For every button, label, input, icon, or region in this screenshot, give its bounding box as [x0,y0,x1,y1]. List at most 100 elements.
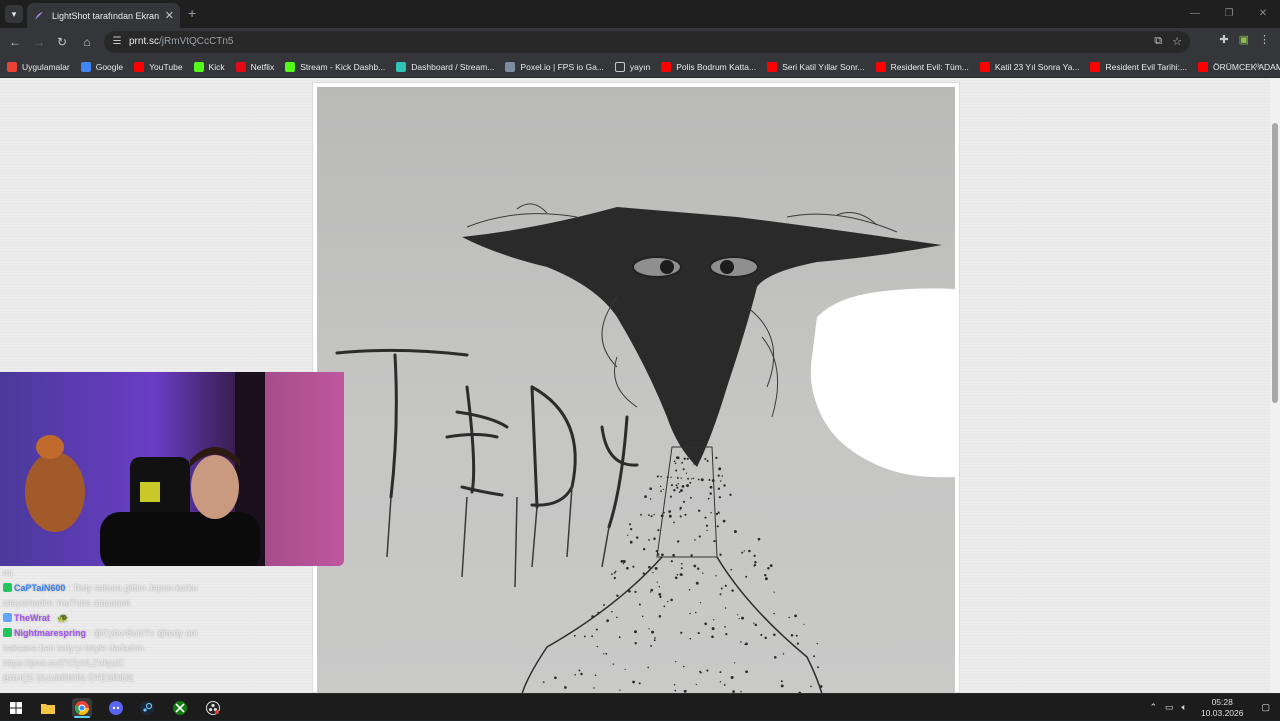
bookmark-item[interactable]: Stream - Kick Dashb... [285,61,386,72]
bookmark-label: Polis Bodrum Katta... [676,61,757,72]
bookmark-item[interactable]: ÖRÜMCEK ADAM H... [1198,61,1280,72]
youtube-icon [767,61,778,72]
chat-message: baksana ben tedy'yi böyle darladım [0,641,300,656]
network-icon[interactable]: ▭ [1165,702,1174,713]
poxel-icon [505,61,516,72]
notifications-icon[interactable]: ▢ [1261,702,1270,713]
bookmark-label: YouTube [149,61,183,72]
tedy-drawing-image[interactable] [317,87,955,693]
folder-icon [614,61,625,72]
chat-text: baksana ben tedy'yi böyle darladım [3,643,144,653]
maximize-button[interactable]: ❐ [1212,0,1246,28]
bookmarks-bar: Uygulamalar Google YouTube Kick Netflix Strea… [0,56,1280,78]
bookmark-label: Katil 23 Yıl Sonra Ya... [994,61,1080,72]
bookmark-label: Uygulamalar [22,61,70,72]
netflix-icon [235,61,246,72]
site-info-icon[interactable]: ☰ [110,35,124,49]
bookmark-item[interactable]: Dashboard / Stream... [396,61,494,72]
clock-time: 05:28 [1211,696,1233,707]
browser-toolbar: ← → ↻ ⌂ ☰ prnt.sc/jRmVtQCcCTn5 ⧉ ☆ ✚ ▣ ⋮ [0,28,1280,56]
bookmark-item[interactable]: Uygulamalar [7,61,70,72]
bookmark-item[interactable]: Resident Evil: Tüm... [875,61,969,72]
streamer-webcam [0,372,344,566]
youtube-icon [1198,61,1209,72]
kick-icon [193,61,204,72]
stream-chat: mi CaPTaiN600 : Tedy sabura gittim Japon … [0,566,300,693]
chat-text: : @CyberBulzTv @tedy abi [88,628,198,638]
bookmark-item[interactable]: Kick [193,61,225,72]
bookmark-star-icon[interactable]: ☆ [1172,35,1182,48]
active-tab[interactable]: LightShot tarafından Ekran Görü ✕ [27,3,180,28]
apps-grid-icon [7,61,17,72]
dashboard-icon [396,61,407,72]
chat-message: CaPTaiN600 : Tedy sabura gittim Japon ko… [0,581,300,596]
start-icon[interactable] [6,698,26,718]
profile-icon[interactable]: ▣ [1239,33,1249,46]
bookmark-item[interactable]: yayın [614,61,651,72]
new-tab-button[interactable]: + [188,5,196,21]
url-text[interactable]: prnt.sc/jRmVtQCcCTn5 [129,36,233,47]
bookmark-label: Netflix [250,61,275,72]
bookmark-label: Seri Katil Yıllar Sonr... [782,61,865,72]
clock[interactable]: 05:28 10.03.2026 [1201,697,1244,719]
bookmark-label: Stream - Kick Dashb... [300,61,386,72]
bookmark-item[interactable]: Netflix [235,61,275,72]
scrollbar-thumb[interactable] [1272,123,1278,403]
tab-close-icon[interactable]: ✕ [165,9,174,22]
chat-message: BAHÇE DUVARININ ÖTESİNDE [0,671,300,686]
youtube-icon [875,61,886,72]
back-icon[interactable]: ← [6,33,24,51]
address-bar[interactable]: ☰ prnt.sc/jRmVtQCcCTn5 ⧉ ☆ [104,31,1190,53]
chrome-icon[interactable] [72,698,92,718]
discord-icon[interactable] [106,698,126,718]
bookmark-label: Google [95,61,124,72]
bookmark-item[interactable]: Katil 23 Yıl Sonra Ya... [979,61,1080,72]
bookmark-item[interactable]: YouTube [134,61,183,72]
reload-icon[interactable]: ↻ [53,33,71,51]
extensions-icon[interactable]: ✚ [1219,33,1228,46]
bookmark-item[interactable]: Polis Bodrum Katta... [661,61,757,72]
install-app-icon[interactable]: ⧉ [1154,35,1162,48]
bookmarks-overflow-icon[interactable]: » [1254,60,1260,71]
volume-icon[interactable]: 🔈︎ [1182,702,1187,713]
tab-title: LightShot tarafından Ekran Görü [52,10,161,21]
home-icon[interactable]: ⌂ [78,33,96,51]
chat-message: mi [0,566,300,581]
chat-message: izleyemedim YouTube atacanım [0,596,300,611]
tray-chevron-icon[interactable]: ⌃ [1149,702,1157,713]
chat-username: Nightmarespring [14,628,87,638]
chat-badge-icon [3,583,12,592]
menu-kebab-icon[interactable]: ⋮ [1259,33,1270,46]
clock-date: 10.03.2026 [1200,707,1244,718]
chat-text: izleyemedim YouTube atacanım [3,598,131,608]
bookmark-label: yayın [629,61,651,72]
steam-icon[interactable] [137,698,157,718]
bookmark-item[interactable]: Seri Katil Yıllar Sonr... [767,61,865,72]
bookmark-item[interactable]: Google [80,61,124,72]
chat-text: BAHÇE DUVARININ ÖTESİNDE [3,673,134,683]
chat-text: : 🐢 [52,613,69,623]
screenshot-image-frame [312,82,960,693]
chat-message: Nightmarespring : @CyberBulzTv @tedy abi [0,626,300,641]
chat-badge-icon [3,628,12,637]
bookmark-label: Kick [208,61,225,72]
obs-icon[interactable] [203,698,223,718]
bookmark-label: Resident Evil: Tüm... [890,61,969,72]
lightshot-feather-icon [35,11,43,20]
tab-search-button[interactable]: ▾ [5,5,23,23]
google-icon [80,61,91,72]
file-explorer-icon[interactable] [38,698,58,718]
webcam-feed-image [0,372,344,566]
chat-message: https://prnt.sc/ZYZyVLZVkpzC [0,656,300,671]
bookmark-item[interactable]: Poxel.io | FPS io Ga... [505,61,604,72]
forward-icon[interactable]: → [30,33,48,51]
page-scrollbar[interactable] [1270,78,1280,693]
kick-icon [285,61,296,72]
minimize-button[interactable]: — [1178,0,1212,28]
bookmark-item[interactable]: Resident Evil Tarihi:... [1090,61,1187,72]
youtube-icon [979,61,990,72]
close-window-button[interactable]: ✕ [1246,0,1280,28]
window-controls: — ❐ ✕ [1178,0,1280,28]
chat-text: : Tedy sabura gittim Japon korku [67,583,198,593]
xbox-icon[interactable] [170,698,190,718]
